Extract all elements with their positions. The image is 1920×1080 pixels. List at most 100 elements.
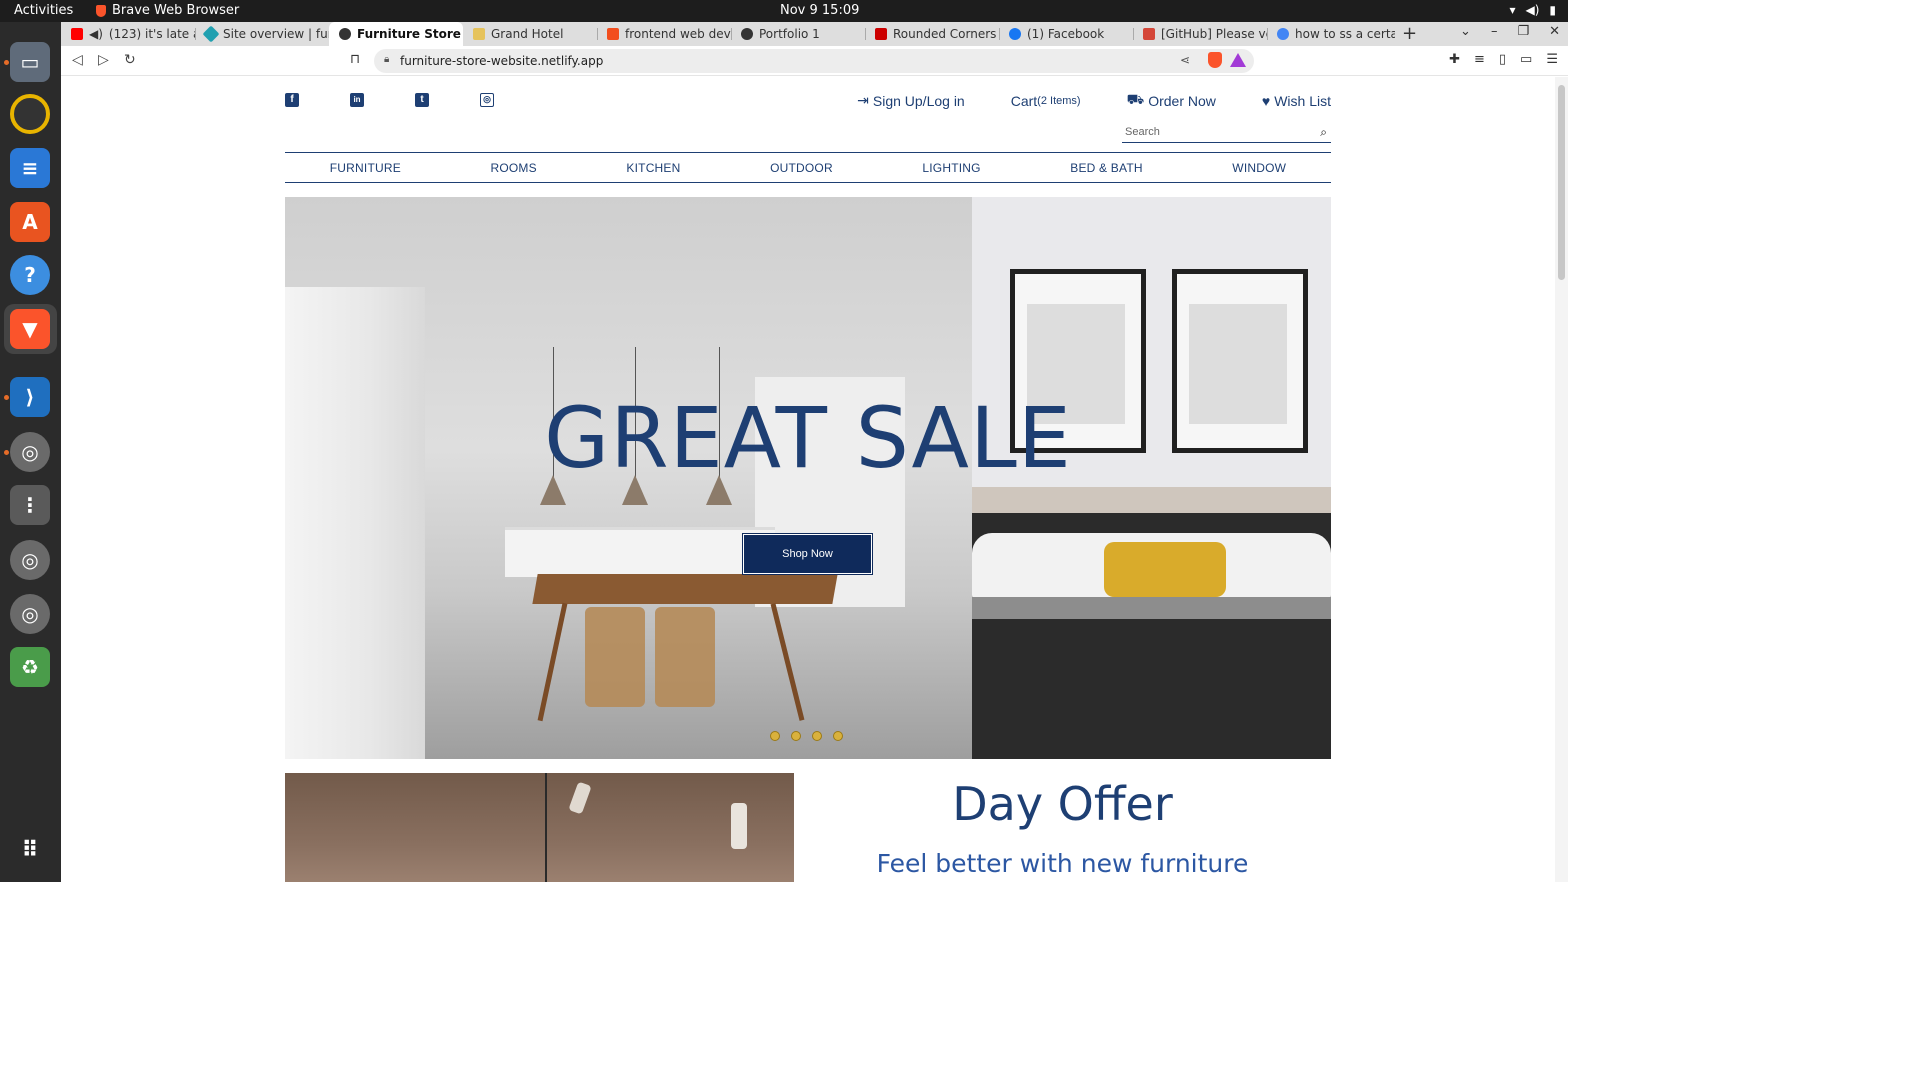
mute-icon: ◀)	[89, 27, 103, 41]
disc-icon[interactable]: ◎	[10, 540, 50, 580]
forward-icon[interactable]: ▷	[98, 52, 109, 68]
truck-icon: ⛟	[1126, 91, 1145, 107]
extensions-icon[interactable]: ✚	[1449, 52, 1460, 67]
nav-bed-bath[interactable]: BED & BATH	[1070, 161, 1142, 175]
hero-title: GREAT SALE	[544, 389, 1072, 487]
playlist-icon[interactable]: ≡	[1474, 52, 1485, 67]
vscode-icon[interactable]: ⟩	[10, 377, 50, 417]
nav-kitchen[interactable]: KITCHEN	[626, 161, 680, 175]
tab-portfolio[interactable]: Portfolio 1	[731, 22, 865, 46]
nav-furniture[interactable]: FURNITURE	[330, 161, 401, 175]
help-icon[interactable]: ?	[10, 255, 50, 295]
dock-running-indicator	[4, 60, 9, 65]
netflix-icon	[875, 28, 887, 40]
minimize-icon[interactable]: –	[1491, 24, 1498, 39]
carousel-dot[interactable]	[812, 731, 822, 741]
globe-icon	[741, 28, 753, 40]
counter-shape	[505, 527, 775, 577]
trash-icon[interactable]: ♻	[10, 647, 50, 687]
dock: ▭ ≡ A ? ▼ ⟩ ◎ ⋮ ◎ ◎ ♻ ⠿	[0, 22, 61, 882]
tab-label: Portfolio 1	[759, 27, 820, 41]
linkedin-icon[interactable]: in	[350, 93, 364, 107]
app-name: Brave Web Browser	[112, 3, 240, 18]
sidebar-icon[interactable]: ▯	[1499, 52, 1506, 67]
page-viewport: f in t ◎ ⇥ Sign Up/Log in Cart (2 Items) …	[61, 77, 1555, 882]
google-icon	[1277, 28, 1289, 40]
clock[interactable]: Nov 9 15:09	[780, 3, 859, 18]
app-menu[interactable]: Brave Web Browser	[96, 3, 239, 18]
back-icon[interactable]: ◁	[72, 52, 83, 68]
brave-rewards-icon[interactable]	[1230, 53, 1246, 67]
restore-icon[interactable]: ❐	[1517, 24, 1529, 39]
curtain-shape	[285, 287, 425, 759]
disc-icon[interactable]: ◎	[10, 594, 50, 634]
table-leg	[770, 603, 805, 721]
url-text[interactable]: furniture-store-website.netlify.app	[400, 54, 603, 68]
tab-furniture-store[interactable]: Furniture Store ✕	[329, 22, 463, 46]
search-input[interactable]: Search ⌕	[1122, 123, 1331, 143]
twitter-icon[interactable]: t	[415, 93, 429, 107]
carousel-dots	[770, 731, 843, 741]
rhythmbox-icon[interactable]	[10, 94, 50, 134]
hero-carousel: GREAT SALE Shop Now	[285, 197, 1331, 759]
activities-button[interactable]: Activities	[14, 3, 73, 18]
figma-icon	[607, 28, 619, 40]
carousel-dot[interactable]	[791, 731, 801, 741]
nav-outdoor[interactable]: OUTDOOR	[770, 161, 833, 175]
facebook-icon	[1009, 28, 1021, 40]
tab-youtube[interactable]: ◀) (123) it's late at	[61, 22, 195, 46]
files-icon[interactable]: ▭	[10, 42, 50, 82]
brave-shields-icon[interactable]	[1208, 52, 1222, 68]
wish-list-link[interactable]: ♥ Wish List	[1262, 91, 1331, 110]
page-scrollbar[interactable]	[1555, 77, 1568, 882]
brave-browser-icon[interactable]: ▼	[10, 309, 50, 349]
youtube-icon	[71, 28, 83, 40]
tab-label: frontend web dev	[625, 27, 731, 41]
scrollbar-thumb[interactable]	[1558, 85, 1565, 280]
writer-icon[interactable]: ≡	[10, 148, 50, 188]
browser-toolbar: ◁ ▷ ↻ ⊓ 🔒︎ furniture-store-website.netli…	[61, 46, 1568, 76]
globe-icon	[339, 28, 351, 40]
new-tab-button[interactable]: +	[1402, 23, 1417, 44]
tab-rounded-corners[interactable]: Rounded Corners	[865, 22, 999, 46]
instagram-icon[interactable]: ◎	[480, 93, 494, 107]
dock-running-indicator	[4, 450, 9, 455]
tab-facebook[interactable]: (1) Facebook	[999, 22, 1133, 46]
software-center-icon[interactable]: A	[10, 202, 50, 242]
tab-google[interactable]: how to ss a certain	[1267, 22, 1395, 46]
carousel-dot[interactable]	[770, 731, 780, 741]
dining-table	[532, 574, 838, 604]
address-bar[interactable]: 🔒︎ furniture-store-website.netlify.app ⋖	[374, 49, 1254, 73]
reload-icon[interactable]: ↻	[124, 52, 136, 68]
crown-icon	[473, 28, 485, 40]
facebook-icon[interactable]: f	[285, 93, 299, 107]
tab-figma[interactable]: frontend web dev	[597, 22, 731, 46]
system-tray[interactable]: ▾ ◀) ▮	[1509, 3, 1556, 17]
nav-lighting[interactable]: LIGHTING	[922, 161, 980, 175]
brave-icon	[96, 4, 106, 17]
wallet-icon[interactable]: ▭	[1520, 52, 1532, 67]
carousel-dot[interactable]	[833, 731, 843, 741]
bookmark-icon[interactable]: ⊓	[350, 52, 360, 67]
disc-icon[interactable]: ◎	[10, 432, 50, 472]
netlify-icon	[202, 25, 220, 43]
nav-rooms[interactable]: ROOMS	[491, 161, 537, 175]
close-window-icon[interactable]: ✕	[1549, 24, 1560, 39]
tab-netlify[interactable]: Site overview | fur	[195, 22, 329, 46]
order-now-link[interactable]: ⛟ Order Now	[1127, 91, 1216, 110]
tab-grand-hotel[interactable]: Grand Hotel	[463, 22, 597, 46]
search-icon[interactable]: ⌕	[1320, 125, 1327, 140]
tab-search-icon[interactable]: ⌄	[1460, 24, 1471, 39]
shop-now-button[interactable]: Shop Now	[743, 534, 872, 574]
share-icon[interactable]: ⋖	[1180, 53, 1190, 67]
nav-window[interactable]: WINDOW	[1232, 161, 1286, 175]
tab-gmail[interactable]: [GitHub] Please ve	[1133, 22, 1267, 46]
spotlight	[731, 803, 747, 849]
chair	[655, 607, 715, 707]
cart-link[interactable]: Cart (2 Items)	[1011, 91, 1081, 110]
show-apps-icon[interactable]: ⠿	[10, 830, 50, 870]
menu-icon[interactable]: ☰	[1546, 52, 1558, 67]
terminal-icon[interactable]: ⋮	[10, 485, 50, 525]
signup-link[interactable]: ⇥ Sign Up/Log in	[857, 91, 965, 110]
tab-label: Rounded Corners	[893, 27, 997, 41]
